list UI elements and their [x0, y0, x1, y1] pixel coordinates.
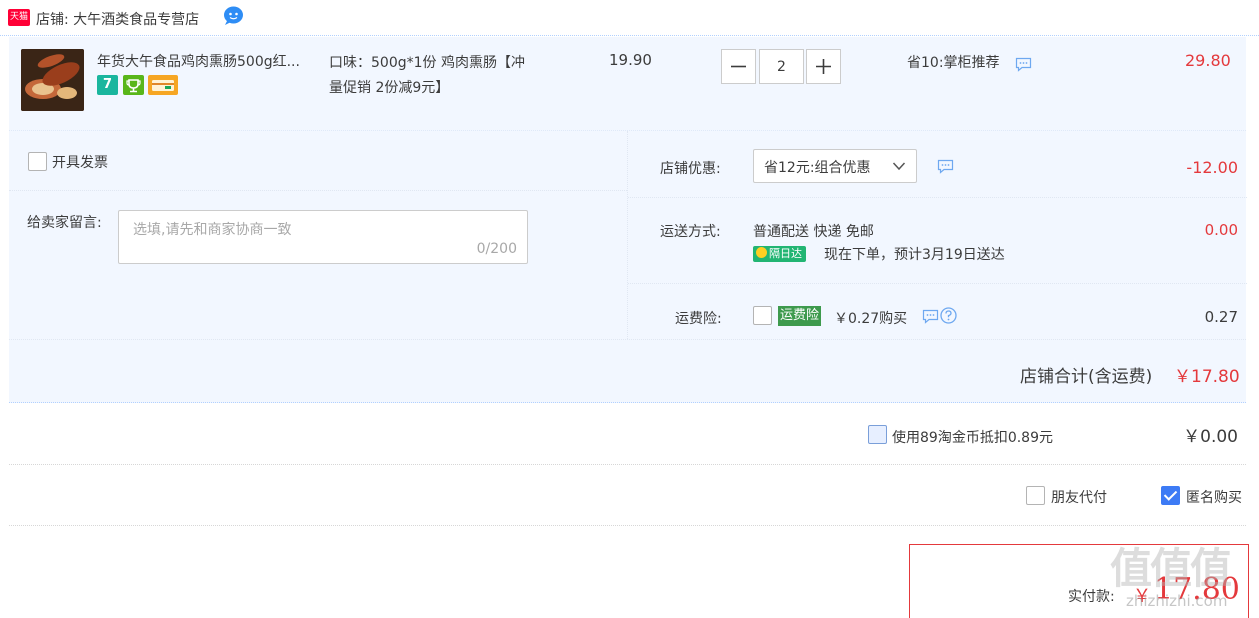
cart-item-row: 年货大午食品鸡肉熏肠500g红... 7 口味：500g*1份 鸡肉熏肠【冲 量… [9, 37, 1246, 130]
item-promotion-text: 省10:掌柜推荐 [907, 55, 1000, 71]
card-icon [152, 80, 174, 91]
watermark-logo: 值值值 [1110, 544, 1232, 593]
quantity-increase-button[interactable] [806, 49, 841, 84]
product-sku-info: 口味：500g*1份 鸡肉熏肠【冲 量促销 2份减9元】 [329, 51, 564, 101]
shipping-fee: 0.00 [1204, 221, 1238, 239]
invoice-checkbox[interactable] [28, 152, 47, 171]
product-title-link[interactable]: 年货大午食品鸡肉熏肠500g红... [97, 51, 319, 71]
shipping-insurance-checkbox[interactable] [753, 306, 772, 325]
seller-message-label: 给卖家留言: [27, 215, 102, 231]
next-day-delivery-text: 隔日达 [769, 247, 802, 260]
shop-header: 天猫 店铺: 大午酒类食品专营店 [0, 0, 1259, 36]
seller-message-placeholder: 选填,请先和商家协商一致 [133, 222, 292, 238]
watermark-domain: zhizhizhi.com [1126, 592, 1228, 610]
divider [628, 197, 1247, 198]
divider [9, 190, 627, 191]
insurance-chat-icon[interactable] [922, 309, 939, 324]
minus-icon [731, 65, 746, 68]
shipping-method-value: 普通配送 快递 免邮 [753, 224, 874, 240]
help-question-icon[interactable] [940, 307, 957, 324]
chevron-down-icon [892, 162, 906, 171]
seven-day-return-icon[interactable]: 7 [97, 75, 118, 95]
shipping-method-label: 运送方式: [660, 224, 721, 240]
quantity-decrease-button[interactable] [721, 49, 756, 84]
discount-info-chat-icon[interactable] [937, 159, 954, 174]
taobao-coins-label[interactable]: 使用89淘金币抵扣0.89元 [892, 427, 1053, 447]
tmall-logo-icon: 天猫 [8, 9, 30, 26]
wangwang-chat-icon[interactable] [223, 6, 244, 25]
trophy-icon [126, 79, 141, 93]
shop-name-link[interactable]: 店铺: 大午酒类食品专营店 [36, 9, 199, 29]
credit-card-icon[interactable] [148, 75, 178, 95]
shop-total-value: ￥17.80 [1174, 367, 1240, 387]
taobao-coins-checkbox[interactable] [868, 425, 887, 444]
anonymous-purchase-label[interactable]: 匿名购买 [1186, 487, 1242, 507]
shipping-insurance-price: ￥0.27购买 [834, 311, 908, 327]
shipping-insurance-label: 运费险: [675, 311, 722, 327]
quality-guarantee-icon[interactable] [123, 75, 144, 95]
lightning-icon [756, 247, 767, 258]
order-options-panel: 开具发票 给卖家留言: 选填,请先和商家协商一致 0/200 店铺优惠: 省12… [9, 130, 1247, 403]
shop-total-label: 店铺合计(含运费) [1020, 367, 1153, 387]
unit-price: 19.90 [609, 51, 652, 69]
message-char-count: 0/200 [476, 241, 517, 257]
divider [628, 283, 1247, 284]
item-subtotal: 29.80 [1185, 51, 1231, 70]
shop-discount-amount: -12.00 [1186, 158, 1238, 177]
delivery-estimate: 现在下单，预计3月19日送达 [824, 247, 1005, 263]
taobao-coins-row: 使用89淘金币抵扣0.89元 ￥0.00 [9, 404, 1246, 465]
shop-discount-select[interactable]: 省12元:组合优惠 [753, 149, 917, 183]
divider [9, 339, 1246, 340]
shop-discount-selected: 省12元:组合优惠 [764, 160, 871, 176]
invoice-label[interactable]: 开具发票 [52, 152, 108, 172]
shop-charges-column: 店铺优惠: 省12元:组合优惠 -12.00 运送方式: 普通配送 快递 免邮 … [627, 131, 1247, 339]
promo-info-chat-icon[interactable] [1015, 57, 1032, 72]
sausage-image-icon [21, 49, 84, 111]
plus-icon [816, 59, 831, 74]
taobao-coins-value: ￥0.00 [1183, 427, 1238, 447]
shipping-insurance-fee: 0.27 [1204, 308, 1238, 326]
payment-options-row: 朋友代付 匿名购买 [9, 465, 1246, 526]
seller-message-textarea[interactable]: 选填,请先和商家协商一致 0/200 [118, 210, 528, 264]
shop-discount-label: 店铺优惠: [660, 161, 721, 177]
next-day-delivery-badge: 隔日达 [753, 246, 806, 262]
product-thumbnail[interactable] [21, 49, 84, 111]
shipping-insurance-badge: 运费险 [778, 306, 822, 326]
sku-line-1: 口味：500g*1份 鸡肉熏肠【冲 [329, 55, 525, 71]
sku-line-2: 量促销 2份减9元】 [329, 80, 450, 96]
quantity-input[interactable] [759, 49, 804, 84]
friend-pay-label[interactable]: 朋友代付 [1051, 487, 1107, 507]
friend-pay-checkbox[interactable] [1026, 486, 1045, 505]
actual-payment-label: 实付款: [1068, 589, 1115, 605]
anonymous-purchase-checkbox[interactable] [1161, 486, 1180, 505]
buyer-options-column: 开具发票 给卖家留言: 选填,请先和商家协商一致 0/200 [9, 131, 627, 339]
